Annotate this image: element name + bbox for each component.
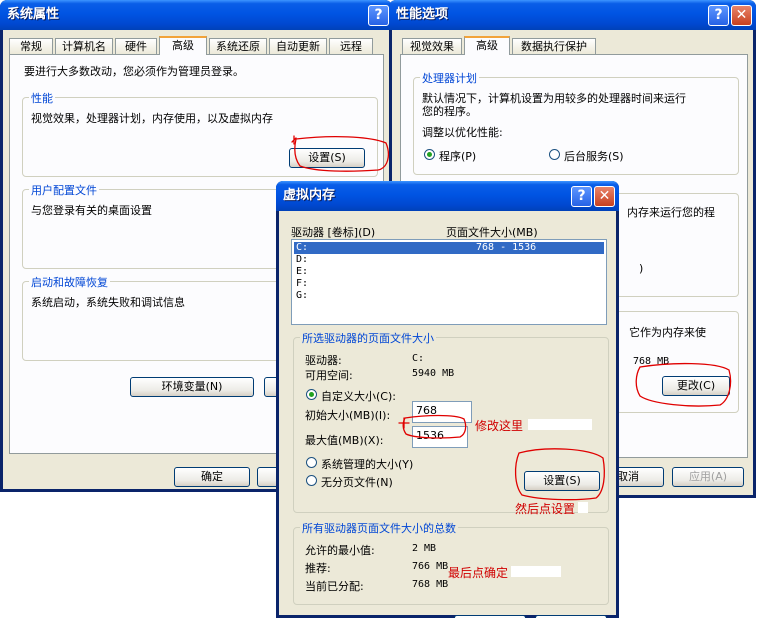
maximum-size-input[interactable]: 1536 bbox=[412, 426, 468, 448]
background-services-label[interactable]: 后台服务(S) bbox=[564, 148, 624, 164]
drive-list-item[interactable]: F: bbox=[294, 278, 604, 290]
performance-group: 性能 视觉效果，处理器计划，内存使用，以及虚拟内存 设置(S) bbox=[22, 90, 378, 177]
performance-options-title: 性能选项 bbox=[396, 7, 449, 22]
available-space-value: 5940 MB bbox=[412, 368, 455, 379]
system-properties-titlebar[interactable]: 系统属性 bbox=[0, 0, 392, 30]
currently-allocated-value: 768 MB bbox=[412, 579, 449, 590]
tab-automatic-updates[interactable]: 自动更新 bbox=[269, 38, 327, 54]
virtual-memory-title: 虚拟内存 bbox=[283, 188, 336, 203]
total-paging-group-label: 所有驱动器页面文件大小的总数 bbox=[300, 520, 458, 536]
drive-list-item[interactable]: G: bbox=[294, 290, 604, 302]
drive-list-item[interactable]: C: 768 - 1536 bbox=[294, 242, 604, 254]
tab-computer-name[interactable]: 计算机名 bbox=[55, 38, 113, 54]
tab-remote[interactable]: 远程 bbox=[329, 38, 373, 54]
background-services-radio[interactable] bbox=[549, 149, 560, 160]
virtual-memory-total-size: 768 MB bbox=[633, 356, 670, 367]
virtual-memory-client: 驱动器 [卷标](D) 页面文件大小(MB) C: 768 - 1536 D: … bbox=[279, 211, 616, 618]
custom-size-radio[interactable] bbox=[306, 389, 317, 400]
performance-description: 视觉效果，处理器计划，内存使用，以及虚拟内存 bbox=[31, 112, 273, 125]
maximum-size-label: 最大值(MB)(X): bbox=[305, 434, 384, 447]
drive-list-item[interactable]: E: bbox=[294, 266, 604, 278]
available-space-label: 可用空间: bbox=[305, 369, 353, 382]
processor-scheduling-group: 处理器计划 默认情况下，计算机设置为用较多的处理器时间来运行 您的程序。 调整以… bbox=[413, 70, 739, 175]
processor-scheduling-label: 处理器计划 bbox=[420, 70, 479, 86]
programs-label[interactable]: 程序(P) bbox=[439, 148, 476, 164]
help-icon[interactable]: ? bbox=[571, 186, 592, 207]
processor-scheduling-desc-2: 您的程序。 bbox=[422, 105, 477, 118]
paging-size-column-header: 页面文件大小(MB) bbox=[446, 226, 538, 239]
radio-dot-icon bbox=[427, 152, 432, 157]
initial-size-input[interactable]: 768 bbox=[412, 401, 472, 423]
drive-value: C: bbox=[412, 353, 425, 364]
close-icon[interactable]: ✕ bbox=[594, 186, 615, 207]
drive-column-header: 驱动器 [卷标](D) bbox=[291, 226, 376, 239]
startup-recovery-description: 系统启动，系统失败和调试信息 bbox=[31, 296, 185, 309]
change-virtual-memory-button[interactable]: 更改(C) bbox=[662, 376, 730, 396]
close-icon[interactable]: ✕ bbox=[731, 5, 752, 26]
help-icon[interactable]: ? bbox=[368, 5, 389, 26]
system-properties-tabs: 常规 计算机名 硬件 高级 系统还原 自动更新 远程 bbox=[7, 36, 385, 55]
virtual-memory-titlebar[interactable]: 虚拟内存 bbox=[276, 181, 619, 211]
annotation-white-box bbox=[511, 566, 561, 577]
system-managed-label[interactable]: 系统管理的大小(Y) bbox=[321, 456, 413, 472]
tab-visual-effects[interactable]: 视觉效果 bbox=[402, 38, 462, 54]
startup-recovery-group-label: 启动和故障恢复 bbox=[29, 274, 110, 290]
no-paging-file-label[interactable]: 无分页文件(N) bbox=[321, 474, 393, 490]
custom-size-label[interactable]: 自定义大小(C): bbox=[321, 388, 396, 404]
memory-usage-radio-fragment: ) bbox=[639, 262, 644, 275]
tab-hardware[interactable]: 硬件 bbox=[115, 38, 157, 54]
initial-size-label: 初始大小(MB)(I): bbox=[305, 409, 391, 422]
performance-options-tabs: 视觉效果 高级 数据执行保护 bbox=[396, 36, 749, 55]
apply-button[interactable]: 应用(A) bbox=[672, 467, 744, 487]
performance-group-label: 性能 bbox=[29, 90, 55, 106]
annotation-finally-ok: 最后点确定 bbox=[448, 566, 509, 580]
programs-radio[interactable] bbox=[424, 149, 435, 160]
help-icon[interactable]: ? bbox=[708, 5, 729, 26]
drive-list-item[interactable]: D: bbox=[294, 254, 604, 266]
annotation-then-set: 然后点设置 bbox=[515, 502, 576, 516]
recommended-value: 766 MB bbox=[412, 561, 449, 572]
tab-perf-advanced[interactable]: 高级 bbox=[464, 36, 510, 55]
virtual-memory-dialog: 虚拟内存 ? ✕ 驱动器 [卷标](D) 页面文件大小(MB) C: 768 -… bbox=[276, 181, 619, 618]
minimum-allowed-value: 2 MB bbox=[412, 543, 437, 554]
set-button[interactable]: 设置(S) bbox=[524, 471, 600, 491]
recommended-label: 推荐: bbox=[305, 562, 331, 575]
annotation-white-box bbox=[528, 419, 592, 430]
system-properties-title: 系统属性 bbox=[7, 7, 60, 22]
tab-data-execution-prevention[interactable]: 数据执行保护 bbox=[512, 38, 596, 54]
tab-system-restore[interactable]: 系统还原 bbox=[209, 38, 267, 54]
radio-dot-icon bbox=[309, 392, 314, 397]
no-paging-file-radio[interactable] bbox=[306, 475, 317, 486]
tab-advanced[interactable]: 高级 bbox=[159, 36, 207, 55]
performance-settings-button[interactable]: 设置(S) bbox=[289, 148, 365, 168]
tab-general[interactable]: 常规 bbox=[9, 38, 53, 54]
user-profiles-description: 与您登录有关的桌面设置 bbox=[31, 204, 152, 217]
currently-allocated-label: 当前已分配: bbox=[305, 580, 364, 593]
annotation-white-box bbox=[578, 502, 588, 513]
system-properties-ok-button[interactable]: 确定 bbox=[174, 467, 250, 487]
drive-label: 驱动器: bbox=[305, 354, 342, 367]
user-profiles-group-label: 用户配置文件 bbox=[29, 182, 99, 198]
drive-list[interactable]: C: 768 - 1536 D: E: F: G: bbox=[291, 239, 607, 325]
performance-options-titlebar[interactable]: 性能选项 bbox=[389, 0, 756, 30]
system-managed-radio[interactable] bbox=[306, 457, 317, 468]
memory-usage-desc-fragment: 内存来运行您的程 bbox=[627, 206, 715, 219]
selected-drive-group-label: 所选驱动器的页面文件大小 bbox=[300, 330, 436, 346]
virtual-memory-desc-fragment: 它作为内存来使 bbox=[629, 326, 706, 339]
minimum-allowed-label: 允许的最小值: bbox=[305, 544, 375, 557]
adjust-for-label: 调整以优化性能: bbox=[422, 126, 503, 139]
environment-variables-button[interactable]: 环境变量(N) bbox=[130, 377, 254, 397]
admin-notice: 要进行大多数改动，您必须作为管理员登录。 bbox=[24, 65, 244, 78]
annotation-edit-here: 修改这里 bbox=[475, 419, 524, 433]
